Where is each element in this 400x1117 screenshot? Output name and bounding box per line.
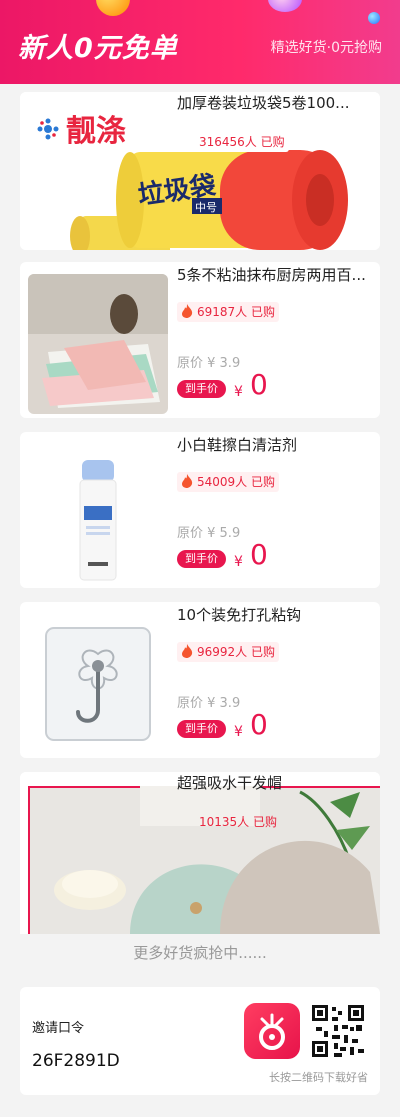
original-price: 原价 ¥ 3.9	[177, 696, 241, 711]
product-card-hair-towel[interactable]: 超强吸水干发帽 10135人 已购	[20, 772, 380, 934]
decor-bubble	[368, 12, 380, 24]
product-card-cloths[interactable]: 5条不粘油抹布厨房两用百... 69187人 已购 原价 ¥ 3.9 到手价 ¥…	[20, 262, 380, 418]
invite-panel: 邀请口令 26F2891D 长按二维码下载好省	[20, 987, 380, 1095]
decor-bubble	[96, 0, 130, 16]
top-banner: 新人0元免单 精选好货·0元抢购	[0, 0, 400, 84]
fire-icon	[182, 644, 193, 658]
buyers-count: 10135人 已购	[199, 815, 277, 829]
product-card-shoe-cleaner[interactable]: 小白鞋擦白清洁剂 54009人 已购 原价 ¥ 5.9 到手价 ¥ 0	[20, 432, 380, 588]
qr-code[interactable]	[310, 1003, 366, 1059]
banner-subtitle: 精选好货·0元抢购	[270, 40, 382, 56]
original-price: 原价 ¥ 5.9	[177, 526, 241, 541]
product-image-hair-towel	[20, 772, 380, 934]
banner-title: 新人0元免单	[18, 33, 178, 64]
decor-bubble	[268, 0, 302, 12]
buyers-count: 96992人 已购	[177, 642, 279, 662]
currency-symbol: ¥	[234, 384, 243, 400]
currency-symbol: ¥	[234, 554, 243, 570]
invite-label: 邀请口令	[32, 1021, 85, 1036]
final-price: 0	[250, 538, 268, 571]
product-card-garbage-bags[interactable]: 靓涤 垃圾袋 中号 加厚卷装垃圾袋5卷100... 316456人 已购	[20, 92, 380, 250]
currency-symbol: ¥	[234, 724, 243, 740]
qr-caption: 长按二维码下载好省	[269, 1071, 368, 1084]
svg-text:中号: 中号	[195, 201, 217, 214]
fire-icon	[182, 474, 193, 488]
invite-code[interactable]: 26F2891D	[32, 1051, 120, 1071]
product-card-hooks[interactable]: 10个装免打孔粘钩 96992人 已购 原价 ¥ 3.9 到手价 ¥ 0	[20, 602, 380, 758]
more-items-text: 更多好货疯抢中......	[133, 944, 267, 962]
product-image-shoe-cleaner	[28, 444, 168, 584]
product-image-cloths	[28, 274, 168, 414]
final-price: 0	[250, 368, 268, 401]
product-image-hooks	[28, 614, 168, 754]
app-logo-icon	[244, 1003, 300, 1059]
final-price: 0	[250, 708, 268, 741]
final-price-tag: 到手价	[177, 720, 226, 738]
final-price-tag: 到手价	[177, 380, 226, 398]
product-title: 小白鞋擦白清洁剂	[177, 436, 298, 454]
product-title: 5条不粘油抹布厨房两用百...	[177, 266, 366, 284]
buyers-count: 316456人 已购	[195, 132, 289, 152]
original-price: 原价 ¥ 3.9	[177, 356, 241, 371]
product-image-garbage-bags: 靓涤 垃圾袋 中号	[20, 92, 380, 250]
buyers-count: 69187人 已购	[177, 302, 279, 322]
product-title: 超强吸水干发帽	[177, 774, 283, 792]
svg-text:靓涤: 靓涤	[66, 114, 126, 149]
product-title: 10个装免打孔粘钩	[177, 606, 302, 624]
product-title: 加厚卷装垃圾袋5卷100...	[177, 94, 350, 112]
fire-icon	[182, 304, 193, 318]
final-price-tag: 到手价	[177, 550, 226, 568]
buyers-count: 54009人 已购	[177, 472, 279, 492]
